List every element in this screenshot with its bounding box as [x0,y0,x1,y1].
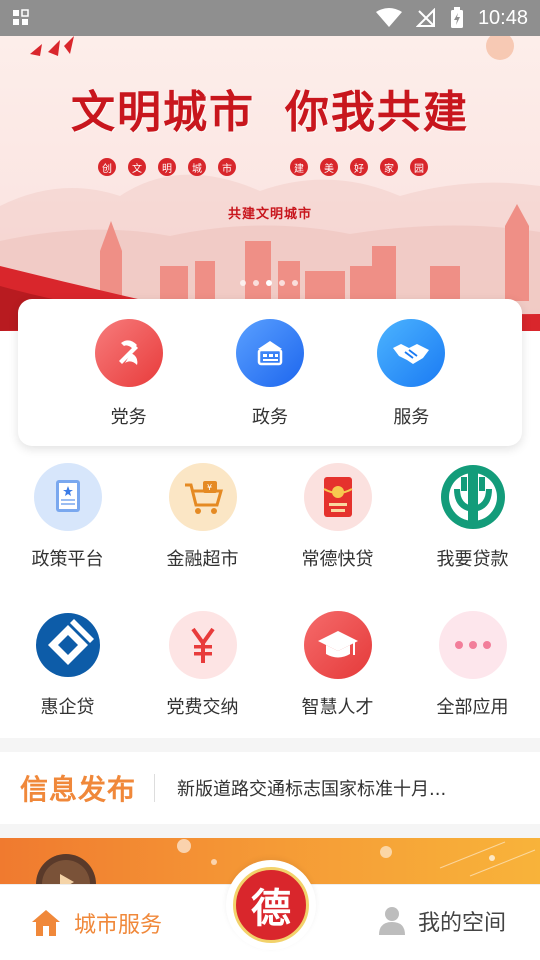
red-envelope-icon [303,463,372,531]
policy-document-icon [33,463,102,531]
grid-item-label: 智慧人才 [301,697,374,718]
status-time: 10:48 [477,6,528,29]
ccb-logo-icon [33,611,102,679]
pager-dot[interactable] [240,280,246,286]
slogan-char: 市 [218,158,236,176]
slogan-char: 文 [128,158,146,176]
grid-item-enterprise-loan[interactable]: 惠企贷 [0,611,135,719]
slogan-gap [248,158,278,176]
status-left [12,9,30,27]
party-emblem-icon [94,319,163,387]
grid-item-label: 常德快贷 [301,549,374,570]
more-dots-icon [438,611,507,679]
app-grid: 政策平台 ¥ 金融超市 常德快贷 我要贷款 惠企贷 党费交纳 智慧人才 全部应用 [0,463,540,719]
slogan-char: 城 [188,158,206,176]
slogan-char: 家 [380,158,398,176]
banner-slogan: 创 文 明 城 市 建 美 好 家 园 [98,158,428,176]
nav-label: 我的空间 [417,911,506,936]
quick-action-label: 政务 [251,407,288,428]
news-bar[interactable]: 信息发布 新版道路交通标志国家标准十月... [0,752,540,824]
grid-item-all-apps[interactable]: 全部应用 [405,611,540,719]
status-bar: 10:48 [0,0,540,36]
bank-logo-icon [438,463,507,531]
pager-dot-active[interactable] [266,280,272,286]
slogan-char: 建 [290,158,308,176]
news-headline[interactable]: 新版道路交通标志国家标准十月... [177,775,487,801]
home-icon [32,910,60,936]
slogan-char: 美 [320,158,338,176]
shopping-cart-icon: ¥ [168,463,237,531]
center-logo: 德 [233,867,309,943]
nav-label: 城市服务 [74,913,163,938]
graduation-cap-icon [303,611,372,679]
center-home-button[interactable]: 德 [226,860,316,950]
no-signal-icon [415,8,435,27]
app-grid-icon [13,9,29,25]
wifi-icon [375,8,402,27]
news-title: 信息发布 [20,773,137,806]
grid-item-apply-loan[interactable]: 我要贷款 [405,463,540,571]
quick-action-label: 党务 [110,407,147,428]
grid-item-quick-loan[interactable]: 常德快贷 [270,463,405,571]
battery-charging-icon [450,7,463,28]
promo-banner[interactable]: 文明城市 你我共建 创 文 明 城 市 建 美 好 家 园 共建文明城市 [0,36,540,331]
nav-city-service[interactable]: 城市服务 [30,907,162,939]
grid-item-label: 我要贷款 [436,549,509,570]
grid-item-label: 政策平台 [31,549,104,570]
slogan-char: 园 [410,158,428,176]
yuan-icon [168,611,237,679]
nav-my-space[interactable]: 我的空间 [378,905,506,937]
grid-item-finance[interactable]: ¥ 金融超市 [135,463,270,571]
pager-dot[interactable] [253,280,259,286]
status-right: 10:48 [375,6,528,30]
pager-dot[interactable] [279,280,285,286]
quick-action-government[interactable]: 政务 [220,319,320,446]
government-building-icon [235,319,304,387]
pager-dot[interactable] [292,280,298,286]
grid-item-label: 党费交纳 [166,697,239,718]
handshake-icon [377,319,446,387]
svg-text:¥: ¥ [207,483,212,492]
banner-title-right: 你我共建 [285,87,469,138]
banner-title-left: 文明城市 [71,87,255,138]
banner-pager[interactable] [240,280,298,286]
grid-item-talent[interactable]: 智慧人才 [270,611,405,719]
slogan-char: 创 [98,158,116,176]
quick-action-label: 服务 [393,407,430,428]
grid-item-party-fee[interactable]: 党费交纳 [135,611,270,719]
quick-actions-card: 党务 政务 服务 [18,299,522,446]
banner-title: 文明城市 你我共建 [0,76,540,140]
user-icon [378,907,405,935]
slogan-char: 好 [350,158,368,176]
news-divider [154,774,156,802]
slogan-char: 明 [158,158,176,176]
grid-item-label: 金融超市 [166,549,239,570]
quick-action-party[interactable]: 党务 [79,319,179,446]
grid-item-label: 全部应用 [436,697,509,718]
grid-item-label: 惠企贷 [40,697,95,718]
banner-subtitle: 共建文明城市 [227,207,312,222]
grid-item-policy[interactable]: 政策平台 [0,463,135,571]
quick-action-service[interactable]: 服务 [361,319,461,446]
